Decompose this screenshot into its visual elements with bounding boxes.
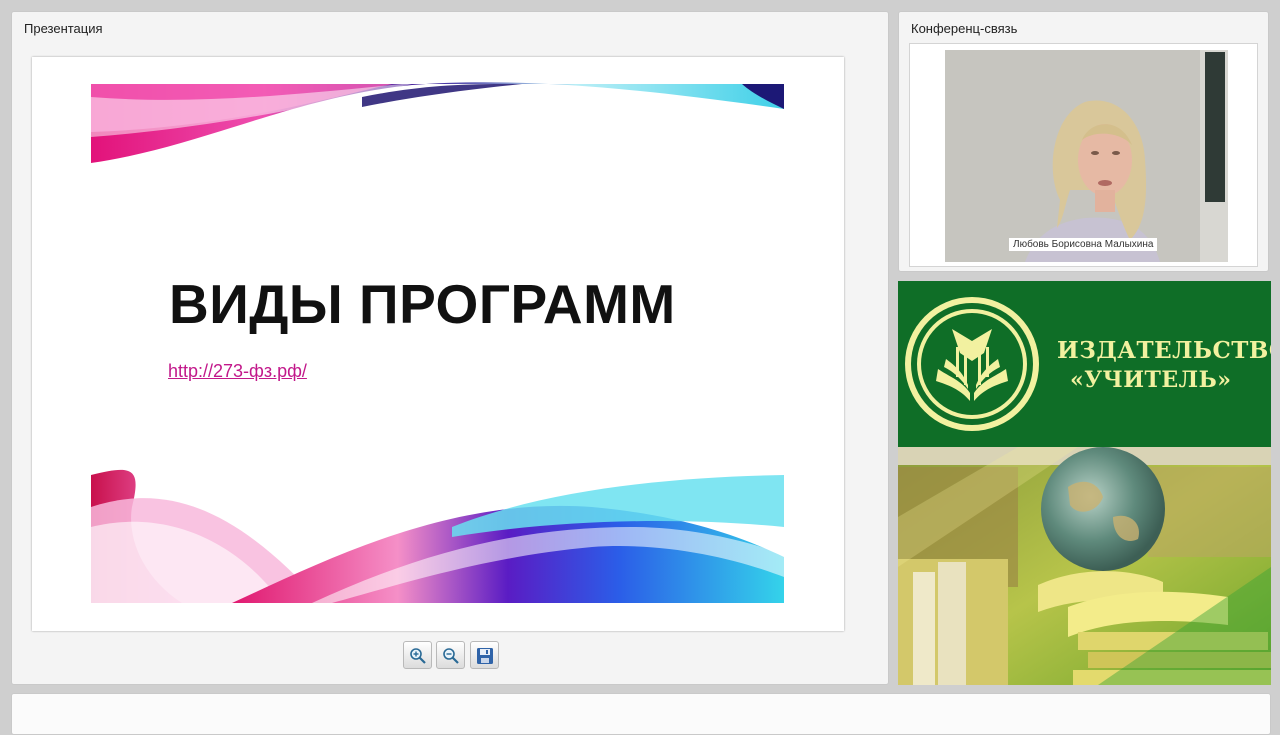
presentation-slide: ВИДЫ ПРОГРАММ http://273-фз.рф/ xyxy=(32,57,844,631)
bottom-panel xyxy=(11,693,1271,735)
zoom-in-button[interactable] xyxy=(403,641,432,669)
books-globe-image xyxy=(898,447,1271,685)
save-button[interactable] xyxy=(470,641,499,669)
publisher-header: ИЗДАТЕЛЬСТВО «УЧИТЕЛЬ» xyxy=(898,281,1271,447)
publisher-name-line2: «УЧИТЕЛЬ» xyxy=(1070,367,1232,393)
zoom-in-icon xyxy=(410,648,426,664)
presentation-panel-title: Презентация xyxy=(24,21,103,36)
presentation-panel: Презентация ВИДЫ ПРОГРАММ http://273-фз.… xyxy=(11,11,889,685)
publisher-banner[interactable]: ИЗДАТЕЛЬСТВО «УЧИТЕЛЬ» xyxy=(898,281,1271,685)
floppy-disk-icon xyxy=(477,648,493,664)
publisher-name-line1: ИЗДАТЕЛЬСТВО xyxy=(1057,337,1271,364)
slide-decoration xyxy=(91,82,784,603)
participant-name-tag: Любовь Борисовна Малыхина xyxy=(1009,238,1158,251)
slide-heading: ВИДЫ ПРОГРАММ xyxy=(169,273,676,335)
participant-video-image xyxy=(945,50,1228,262)
slide-link[interactable]: http://273-фз.рф/ xyxy=(168,361,307,382)
participant-video[interactable]: Любовь Борисовна Малыхина xyxy=(945,50,1228,262)
conference-panel: Конференц-связь Любовь Борисовна Малыхин… xyxy=(898,11,1269,272)
video-frame: Любовь Борисовна Малыхина xyxy=(909,43,1258,267)
zoom-out-icon xyxy=(443,648,459,664)
conference-panel-title: Конференц-связь xyxy=(911,21,1018,36)
zoom-out-button[interactable] xyxy=(436,641,465,669)
publisher-logo xyxy=(905,297,1039,431)
